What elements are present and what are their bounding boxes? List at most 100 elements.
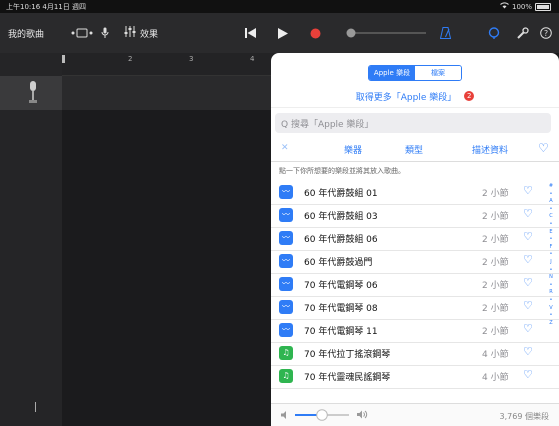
loop-name: 70 年代靈魂民謠鋼琴 — [304, 373, 391, 383]
track-header-microphone[interactable] — [0, 76, 62, 110]
fx-button[interactable]: 效果 — [124, 13, 158, 53]
play-icon[interactable] — [278, 13, 288, 53]
update-badge: 2 — [464, 91, 475, 101]
source-segmented-control[interactable]: Apple 樂段 檔案 — [368, 65, 462, 81]
index-dot: • — [549, 220, 553, 227]
help-icon[interactable]: ? — [540, 13, 552, 53]
filter-bar: ✕ 樂器 類型 描述資料 ♡ — [271, 137, 559, 162]
scroll-indicator — [35, 402, 36, 412]
index-dot: • — [549, 266, 553, 273]
track-lane[interactable] — [62, 76, 282, 110]
favorite-heart-icon[interactable]: ♡ — [523, 368, 533, 381]
segment-apple-loops[interactable]: Apple 樂段 — [369, 66, 415, 80]
music-note-icon: ♫ — [279, 346, 293, 360]
list-item[interactable]: ♫ 70 年代拉丁搖滾鋼琴 4 小節 ♡ — [271, 342, 559, 366]
index-letter[interactable]: V — [545, 305, 557, 313]
favorite-heart-icon[interactable]: ♡ — [523, 276, 533, 289]
index-dot: • — [549, 312, 553, 319]
favorite-heart-icon[interactable]: ♡ — [523, 207, 533, 220]
search-field[interactable]: Q 搜尋「Apple 樂段」 — [275, 113, 551, 133]
get-more-label: 取得更多「Apple 樂段」 — [355, 92, 457, 103]
list-item[interactable]: 〰 60 年代爵鼓組 01 2 小節 ♡ — [271, 181, 559, 205]
svg-text:?: ? — [544, 29, 548, 38]
loop-length: 2 小節 — [482, 327, 509, 337]
mixer-icon — [124, 26, 136, 40]
index-letter[interactable]: Z — [545, 320, 557, 328]
waveform-icon: 〰 — [279, 231, 293, 245]
status-bar: 上午10:16 4月11日 週四 100% — [0, 0, 559, 13]
ruler-mark: 4 — [250, 55, 255, 63]
index-letter[interactable]: # — [545, 183, 557, 191]
loop-browser-icon[interactable] — [488, 13, 500, 53]
favorites-filter-icon[interactable]: ♡ — [538, 141, 549, 155]
index-dot: • — [549, 296, 553, 303]
loop-browser-panel: Apple 樂段 檔案 取得更多「Apple 樂段」 2 Q 搜尋「Apple … — [271, 53, 559, 426]
list-item[interactable]: ♫ 70 年代靈魂民謠鋼琴 4 小節 ♡ — [271, 365, 559, 389]
favorite-heart-icon[interactable]: ♡ — [523, 230, 533, 243]
get-more-loops-link[interactable]: 取得更多「Apple 樂段」 2 — [271, 85, 559, 108]
loop-length: 2 小節 — [482, 281, 509, 291]
loop-name: 70 年代拉丁搖滾鋼琴 — [304, 350, 391, 360]
music-note-icon: ♫ — [279, 369, 293, 383]
segment-files[interactable]: 檔案 — [415, 66, 461, 80]
fx-label: 效果 — [140, 29, 159, 40]
waveform-icon: 〰 — [279, 208, 293, 222]
index-letter[interactable]: R — [545, 289, 557, 297]
index-letter[interactable]: A — [545, 198, 557, 206]
index-letter[interactable]: J — [545, 259, 557, 267]
hint-text: 點一下你所想要的樂段並將其放入歌曲。 — [279, 167, 405, 175]
loop-name: 60 年代爵鼓組 01 — [304, 189, 378, 199]
list-item[interactable]: 〰 70 年代電鋼琴 11 2 小節 ♡ — [271, 319, 559, 343]
instruments-filter[interactable]: 樂器 — [344, 143, 362, 156]
index-dot: • — [549, 190, 553, 197]
waveform-icon: 〰 — [279, 277, 293, 291]
favorite-heart-icon[interactable]: ♡ — [523, 322, 533, 335]
status-time: 上午10:16 4月11日 週四 — [6, 3, 86, 11]
status-right: 100% — [500, 2, 551, 11]
list-item[interactable]: 〰 70 年代電鋼琴 06 2 小節 ♡ — [271, 273, 559, 297]
list-item[interactable]: 〰 70 年代電鋼琴 08 2 小節 ♡ — [271, 296, 559, 320]
ruler-mark: 3 — [189, 55, 194, 63]
loop-length: 4 小節 — [482, 373, 509, 383]
wifi-icon — [500, 2, 509, 11]
index-letter[interactable]: F — [545, 244, 557, 252]
rewind-icon[interactable] — [245, 13, 256, 53]
clear-filter-button[interactable]: ✕ — [281, 143, 289, 153]
loop-length: 2 小節 — [482, 304, 509, 314]
view-toggle-icon[interactable] — [70, 13, 96, 53]
loop-name: 60 年代爵鼓組 06 — [304, 235, 378, 245]
playhead-slider[interactable] — [346, 13, 428, 53]
record-icon[interactable] — [310, 13, 321, 53]
loop-length: 2 小節 — [482, 189, 509, 199]
favorite-heart-icon[interactable]: ♡ — [523, 299, 533, 312]
ruler-mark: 2 — [128, 55, 133, 63]
index-dot: • — [549, 205, 553, 212]
genre-filter[interactable]: 類型 — [405, 143, 423, 156]
index-dot: • — [549, 281, 553, 288]
volume-slider[interactable] — [293, 409, 351, 423]
waveform-icon: 〰 — [279, 185, 293, 199]
index-letter[interactable]: E — [545, 229, 557, 237]
loop-length: 2 小節 — [482, 235, 509, 245]
favorite-heart-icon[interactable]: ♡ — [523, 253, 533, 266]
index-letter[interactable]: N — [545, 274, 557, 282]
search-placeholder: Q 搜尋「Apple 樂段」 — [281, 119, 374, 130]
metronome-icon[interactable] — [440, 13, 451, 53]
microphone-track-icon — [28, 81, 38, 109]
wrench-icon[interactable] — [517, 13, 529, 53]
microphone-icon[interactable] — [101, 13, 109, 53]
list-item[interactable]: 〰 60 年代爵鼓組 03 2 小節 ♡ — [271, 204, 559, 228]
list-item[interactable]: 〰 60 年代爵鼓過門 2 小節 ♡ — [271, 250, 559, 274]
favorite-heart-icon[interactable]: ♡ — [523, 345, 533, 358]
list-item[interactable]: 〰 60 年代爵鼓組 06 2 小節 ♡ — [271, 227, 559, 251]
my-songs-button[interactable]: 我的歌曲 — [8, 13, 44, 53]
playhead-marker[interactable] — [62, 55, 65, 63]
index-letter[interactable]: C — [545, 213, 557, 221]
battery-icon — [535, 2, 551, 11]
loop-name: 70 年代電鋼琴 11 — [304, 327, 378, 337]
loop-length: 2 小節 — [482, 258, 509, 268]
timeline-ruler[interactable]: 2 3 4 — [62, 53, 282, 76]
favorite-heart-icon[interactable]: ♡ — [523, 184, 533, 197]
alphabet-index[interactable]: # • A • C • E • F • J • N • R • V • Z — [545, 183, 557, 327]
descriptors-filter[interactable]: 描述資料 — [472, 143, 508, 156]
